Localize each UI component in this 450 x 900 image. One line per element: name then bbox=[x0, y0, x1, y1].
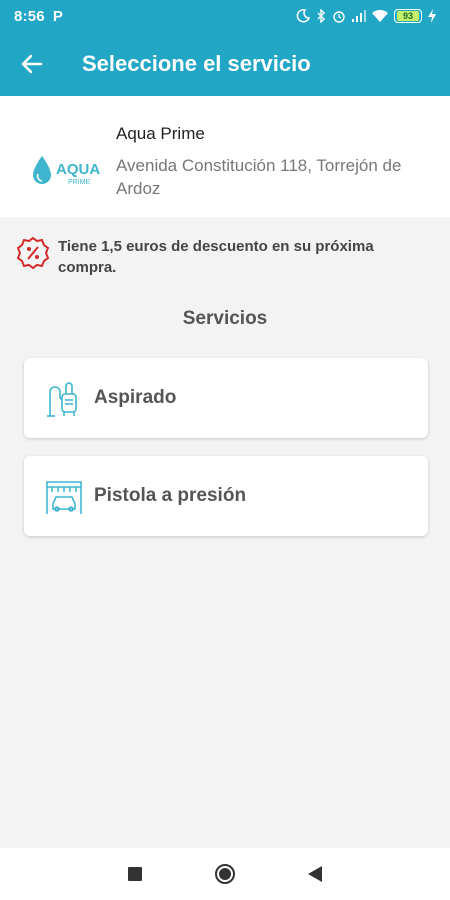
station-address: Avenida Constitución 118, Torrejón de Ar… bbox=[116, 156, 402, 198]
page-title: Seleccione el servicio bbox=[82, 51, 311, 76]
vacuum-icon bbox=[47, 382, 77, 417]
wifi-icon bbox=[372, 10, 388, 22]
square-icon bbox=[128, 867, 142, 881]
bluetooth-icon bbox=[317, 9, 325, 23]
car-wash-icon bbox=[46, 481, 82, 514]
status-time: 8:56 bbox=[14, 7, 45, 25]
battery-icon: 93 bbox=[394, 9, 422, 23]
back-button[interactable] bbox=[0, 32, 64, 96]
service-pistola-button[interactable]: Pistola a presión bbox=[24, 456, 428, 536]
alarm-icon bbox=[333, 11, 345, 23]
services-title: Servicios bbox=[182, 308, 268, 329]
charging-icon bbox=[428, 9, 436, 23]
back-nav-button[interactable] bbox=[270, 848, 360, 900]
app-bar: Seleccione el servicio bbox=[0, 32, 450, 96]
circle-icon bbox=[215, 864, 235, 884]
moon-icon bbox=[296, 9, 310, 23]
status-icons: 93 bbox=[296, 9, 436, 23]
discount-text: Tiene 1,5 euros de descuento en su próxi… bbox=[58, 238, 374, 276]
service-label: Pistola a presión bbox=[94, 485, 247, 506]
arrow-back-icon bbox=[21, 54, 43, 74]
parking-app-icon: P bbox=[52, 7, 63, 25]
home-button[interactable] bbox=[180, 848, 270, 900]
service-label: Aspirado bbox=[94, 387, 177, 408]
status-bar: 8:56 P 93 bbox=[0, 0, 450, 32]
station-name: Aqua Prime bbox=[116, 124, 205, 143]
percent-badge-icon bbox=[16, 236, 50, 270]
service-aspirado-button[interactable]: Aspirado bbox=[24, 358, 428, 438]
discount-notice: Tiene 1,5 euros de descuento en su próxi… bbox=[16, 236, 436, 278]
svg-text:AQUA: AQUA bbox=[56, 161, 100, 178]
aqua-prime-logo: AQUA PRIME bbox=[28, 142, 114, 202]
battery-level: 93 bbox=[397, 11, 419, 21]
triangle-back-icon bbox=[308, 866, 322, 882]
signal-icon bbox=[352, 10, 366, 22]
system-nav-bar bbox=[0, 848, 450, 900]
recents-button[interactable] bbox=[90, 848, 180, 900]
station-card: AQUA PRIME Aqua Prime Avenida Constituci… bbox=[0, 96, 450, 217]
svg-text:PRIME: PRIME bbox=[68, 179, 91, 186]
